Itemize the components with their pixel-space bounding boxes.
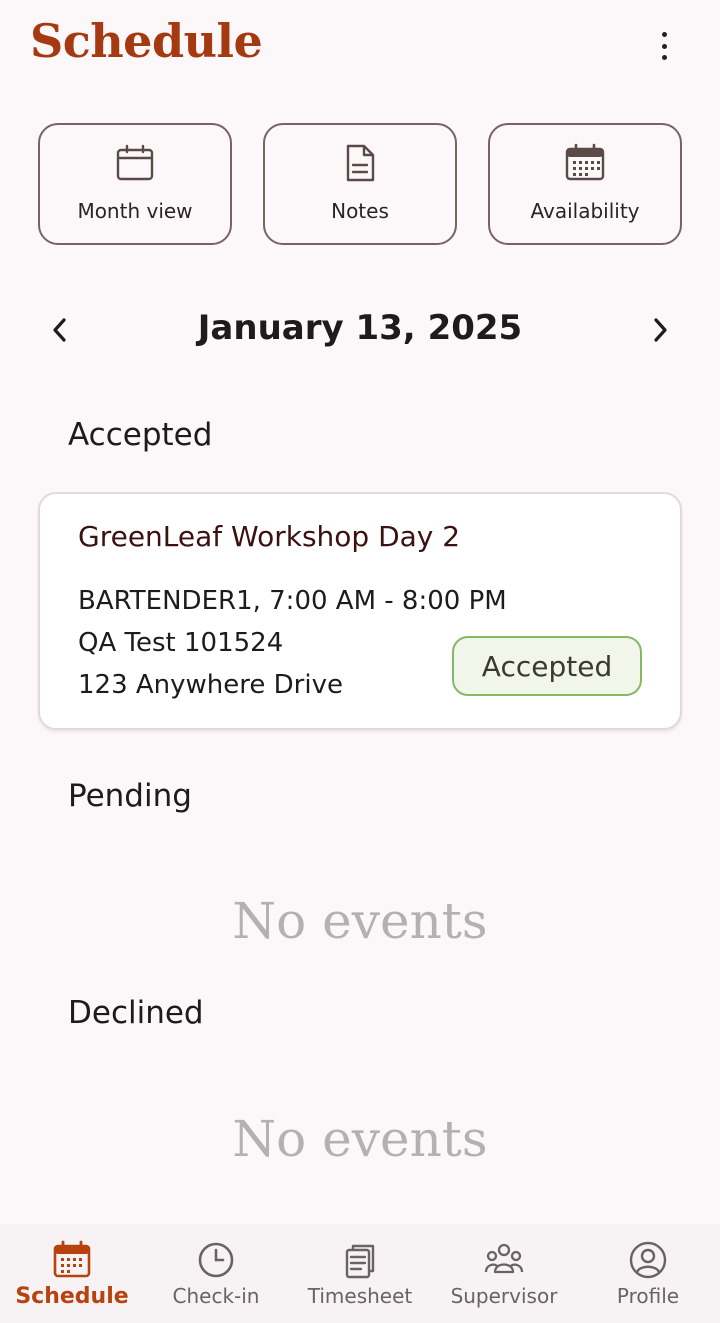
month-view-button[interactable]: Month view	[38, 123, 232, 245]
nav-label-profile: Profile	[616, 1284, 680, 1308]
nav-label-supervisor: Supervisor	[450, 1284, 558, 1308]
pending-section-title: Pending	[68, 778, 192, 814]
nav-item-timesheet[interactable]: Timesheet	[288, 1224, 432, 1323]
bottom-navigation: Schedule Check-in Timesheet Supervisor P…	[0, 1224, 720, 1323]
event-name: GreenLeaf Workshop Day 2	[78, 520, 461, 553]
top-app-bar: Schedule	[0, 0, 720, 100]
calendar-grid-icon	[565, 143, 605, 183]
nav-item-supervisor[interactable]: Supervisor	[432, 1224, 576, 1323]
nav-label-timesheet: Timesheet	[307, 1284, 413, 1308]
event-address: 123 Anywhere Drive	[78, 670, 343, 700]
event-venue: QA Test 101524	[78, 628, 284, 658]
chevron-right-icon[interactable]	[644, 312, 676, 348]
event-card[interactable]: GreenLeaf Workshop Day 2 BARTENDER1, 7:0…	[38, 492, 682, 730]
nav-item-profile[interactable]: Profile	[576, 1224, 720, 1323]
current-date: January 13, 2025	[197, 308, 523, 348]
group-icon	[484, 1240, 524, 1280]
nav-item-check-in[interactable]: Check-in	[144, 1224, 288, 1323]
declined-empty-message: No events	[232, 1110, 488, 1168]
clock-icon	[196, 1240, 236, 1280]
nav-label-check-in: Check-in	[172, 1284, 260, 1308]
date-navigator: January 13, 2025	[0, 296, 720, 366]
notes-button[interactable]: Notes	[263, 123, 457, 245]
page-title: Schedule	[30, 14, 263, 68]
clipboard-icon	[340, 1240, 380, 1280]
account-circle-icon	[628, 1240, 668, 1280]
month-view-label: Month view	[77, 199, 193, 223]
accepted-section-title: Accepted	[68, 417, 213, 453]
declined-section-title: Declined	[68, 995, 204, 1031]
quick-actions: Month view Notes Availability	[38, 123, 682, 245]
nav-label-schedule: Schedule	[15, 1284, 129, 1309]
document-icon	[340, 143, 380, 183]
nav-item-schedule[interactable]: Schedule	[0, 1224, 144, 1323]
availability-label: Availability	[530, 199, 640, 223]
calendar-icon	[52, 1240, 92, 1280]
event-role-time: BARTENDER1, 7:00 AM - 8:00 PM	[78, 586, 507, 616]
status-badge: Accepted	[452, 636, 642, 696]
more-vert-icon[interactable]	[652, 28, 676, 64]
notes-label: Notes	[331, 199, 389, 223]
availability-button[interactable]: Availability	[488, 123, 682, 245]
pending-empty-message: No events	[232, 892, 488, 950]
calendar-icon	[115, 143, 155, 183]
